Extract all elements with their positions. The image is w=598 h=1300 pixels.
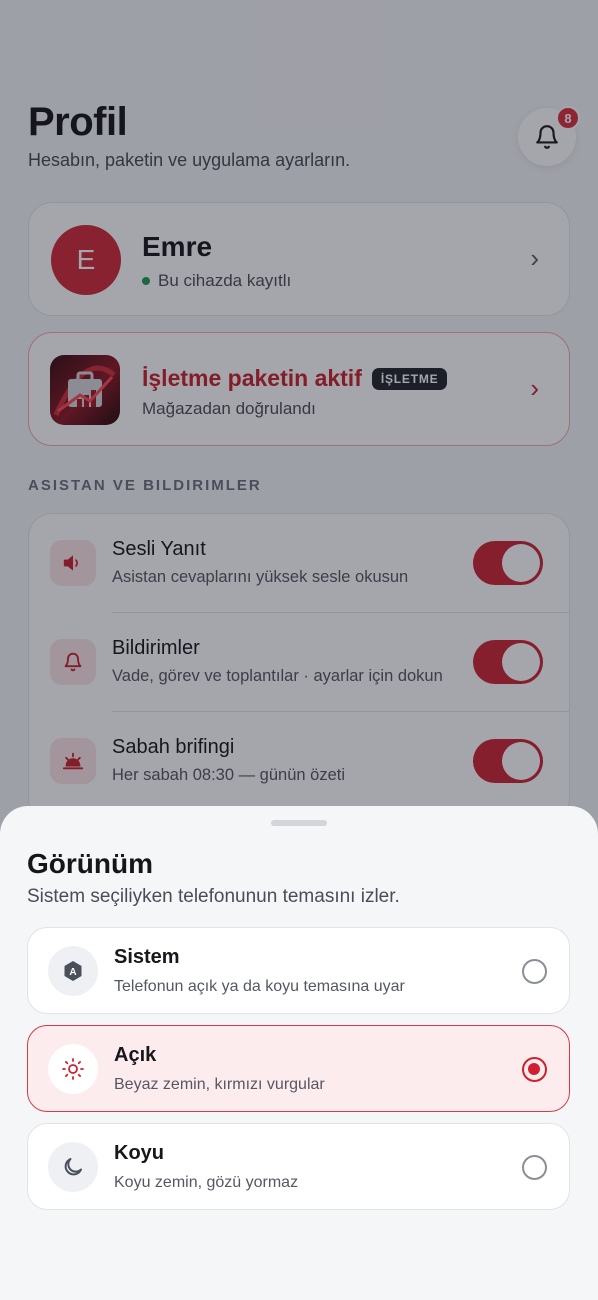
svg-text:A: A (69, 967, 76, 978)
option-title: Sistem (114, 946, 180, 968)
sheet-subtitle: Sistem seçiliyken telefonunun temasını i… (27, 886, 400, 907)
theme-option-light[interactable]: Açık Beyaz zemin, kırmızı vurgular (27, 1025, 570, 1112)
sheet-drag-handle[interactable] (271, 820, 327, 826)
radio-selected[interactable] (522, 1057, 547, 1082)
radio-unselected[interactable] (522, 959, 547, 984)
theme-option-dark[interactable]: Koyu Koyu zemin, gözü yormaz (27, 1123, 570, 1210)
option-subtitle: Telefonun açık ya da koyu temasına uyar (114, 978, 405, 995)
option-title: Koyu (114, 1142, 164, 1164)
option-title: Açık (114, 1044, 157, 1066)
sun-icon (48, 1044, 98, 1094)
option-subtitle: Beyaz zemin, kırmızı vurgular (114, 1076, 325, 1093)
theme-option-system[interactable]: A Sistem Telefonun açık ya da koyu temas… (27, 927, 570, 1014)
radio-unselected[interactable] (522, 1155, 547, 1180)
moon-icon (48, 1142, 98, 1192)
sheet-title: Görünüm (27, 848, 153, 879)
system-theme-icon: A (48, 946, 98, 996)
appearance-sheet: Görünüm Sistem seçiliyken telefonunun te… (0, 806, 598, 1300)
option-subtitle: Koyu zemin, gözü yormaz (114, 1174, 299, 1191)
